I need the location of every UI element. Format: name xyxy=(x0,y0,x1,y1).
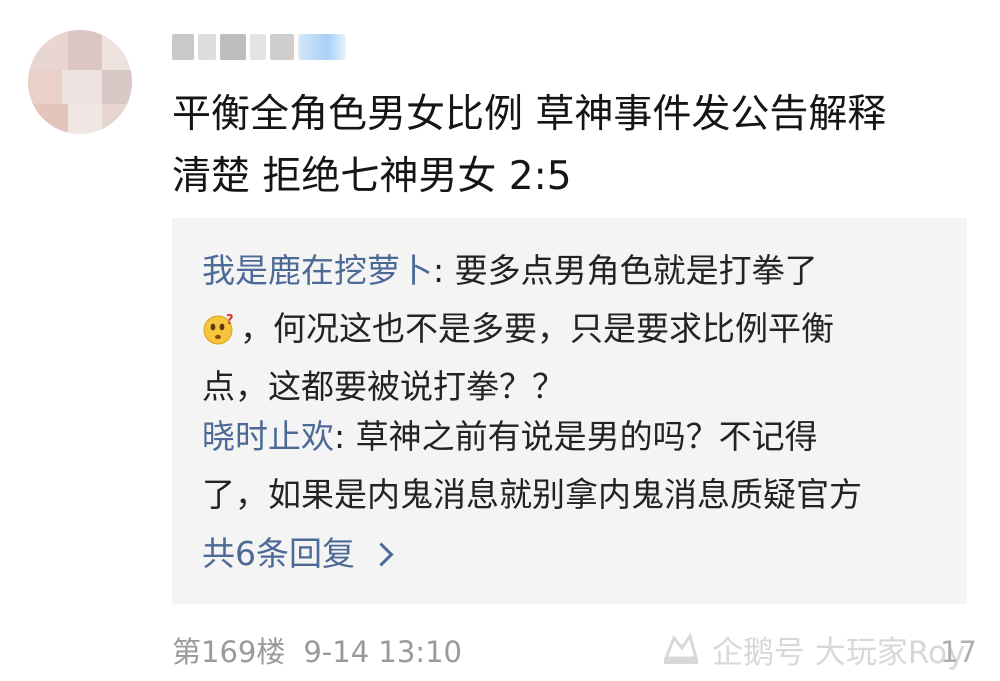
reply-username[interactable]: 晓时止欢 xyxy=(202,417,334,456)
comment-line: 平衡全角色男女比例 草神事件发公告解释 xyxy=(172,92,887,137)
more-replies-label: 共6条回复 xyxy=(202,534,355,573)
chevron-right-icon xyxy=(369,541,394,567)
thinking-face-emoji-icon: ? xyxy=(203,313,234,345)
comment-line: 清楚 拒绝七神男女 2:5 xyxy=(172,154,572,199)
svg-text:?: ? xyxy=(226,313,234,328)
like-count[interactable]: 17 xyxy=(940,630,977,674)
reply-item: 晓时止欢: 草神之前有说是男的吗？不记得 了，如果是内鬼消息就别拿内鬼消息质疑官… xyxy=(202,408,952,524)
reply-text: 点，这都要被说打拳？？ xyxy=(202,367,565,406)
watermark-text: 企鹅号 大玩家Roy xyxy=(712,634,966,671)
avatar[interactable] xyxy=(28,30,132,134)
reply-text: 了，如果是内鬼消息就别拿内鬼消息质疑官方 xyxy=(202,475,862,514)
reply-text: 草神之前有说是男的吗？不记得 xyxy=(355,417,818,456)
reply-separator: : xyxy=(433,251,455,290)
reply-text: ，何况这也不是多要，只是要求比例平衡 xyxy=(240,309,834,348)
floor-number: 第169楼 xyxy=(172,635,286,669)
view-more-replies-link[interactable]: 共6条回复 xyxy=(202,526,394,582)
user-level-badge xyxy=(300,34,346,60)
username-obscured[interactable] xyxy=(172,30,314,64)
watermark: 企鹅号 大玩家Roy xyxy=(660,624,965,674)
comment-item: 平衡全角色男女比例 草神事件发公告解释 清楚 拒绝七神男女 2:5 我是鹿在挖萝… xyxy=(0,0,1000,681)
comment-body: 平衡全角色男女比例 草神事件发公告解释 清楚 拒绝七神男女 2:5 xyxy=(172,84,962,208)
replies-box[interactable]: 我是鹿在挖萝卜: 要多点男角色就是打拳了 ? ，何况这也不是多要，只是要求比例平… xyxy=(172,218,967,604)
comment-meta: 第169楼 9-14 13:10 xyxy=(172,630,462,674)
reply-username[interactable]: 我是鹿在挖萝卜 xyxy=(202,251,433,290)
comment-timestamp: 9-14 13:10 xyxy=(303,635,462,669)
reply-text: 要多点男角色就是打拳了 xyxy=(454,251,818,290)
reply-item: 我是鹿在挖萝卜: 要多点男角色就是打拳了 ? ，何况这也不是多要，只是要求比例平… xyxy=(202,242,952,416)
reply-separator: : xyxy=(334,417,356,456)
penguin-logo-icon xyxy=(663,632,698,664)
